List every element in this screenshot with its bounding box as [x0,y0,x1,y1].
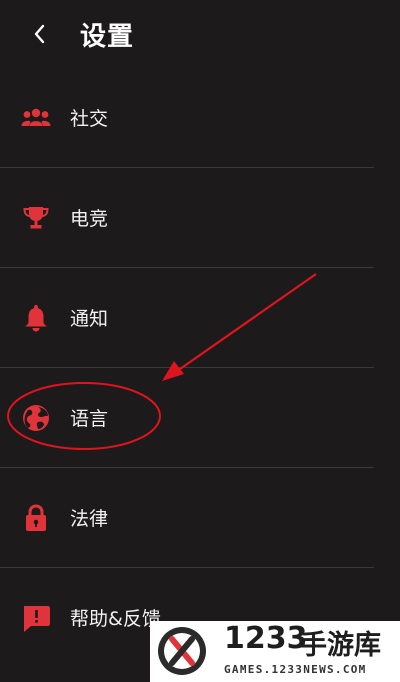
watermark-badge: 1233 手游库 GAMES.1233NEWS.COM [150,621,400,682]
menu-item-label: 法律 [70,508,109,530]
menu-item-label: 社交 [70,108,109,130]
menu-item-label: 帮助&反馈 [70,608,161,630]
chevron-left-icon [34,24,45,44]
highlight-ellipse [7,382,161,450]
header: 设置 [0,0,400,70]
menu-item-legal[interactable]: 法律 [0,468,374,568]
menu-item-label: 通知 [70,308,109,330]
trophy-icon [20,202,52,234]
annotation-arrow [162,273,317,381]
menu-item-social[interactable]: 社交 [0,68,374,168]
brand-logo-icon [158,627,206,675]
menu-item-label: 电竞 [70,208,109,230]
bell-icon [20,302,52,334]
watermark-name: 手游库 [300,630,381,661]
watermark-number: 1233 [224,621,308,656]
feedback-icon [20,602,52,634]
group-icon [20,102,52,134]
menu-item-esports[interactable]: 电竞 [0,168,374,268]
back-button[interactable] [26,20,54,48]
lock-icon [20,502,52,534]
watermark-url: GAMES.1233NEWS.COM [224,663,367,676]
page-title: 设置 [80,22,135,52]
